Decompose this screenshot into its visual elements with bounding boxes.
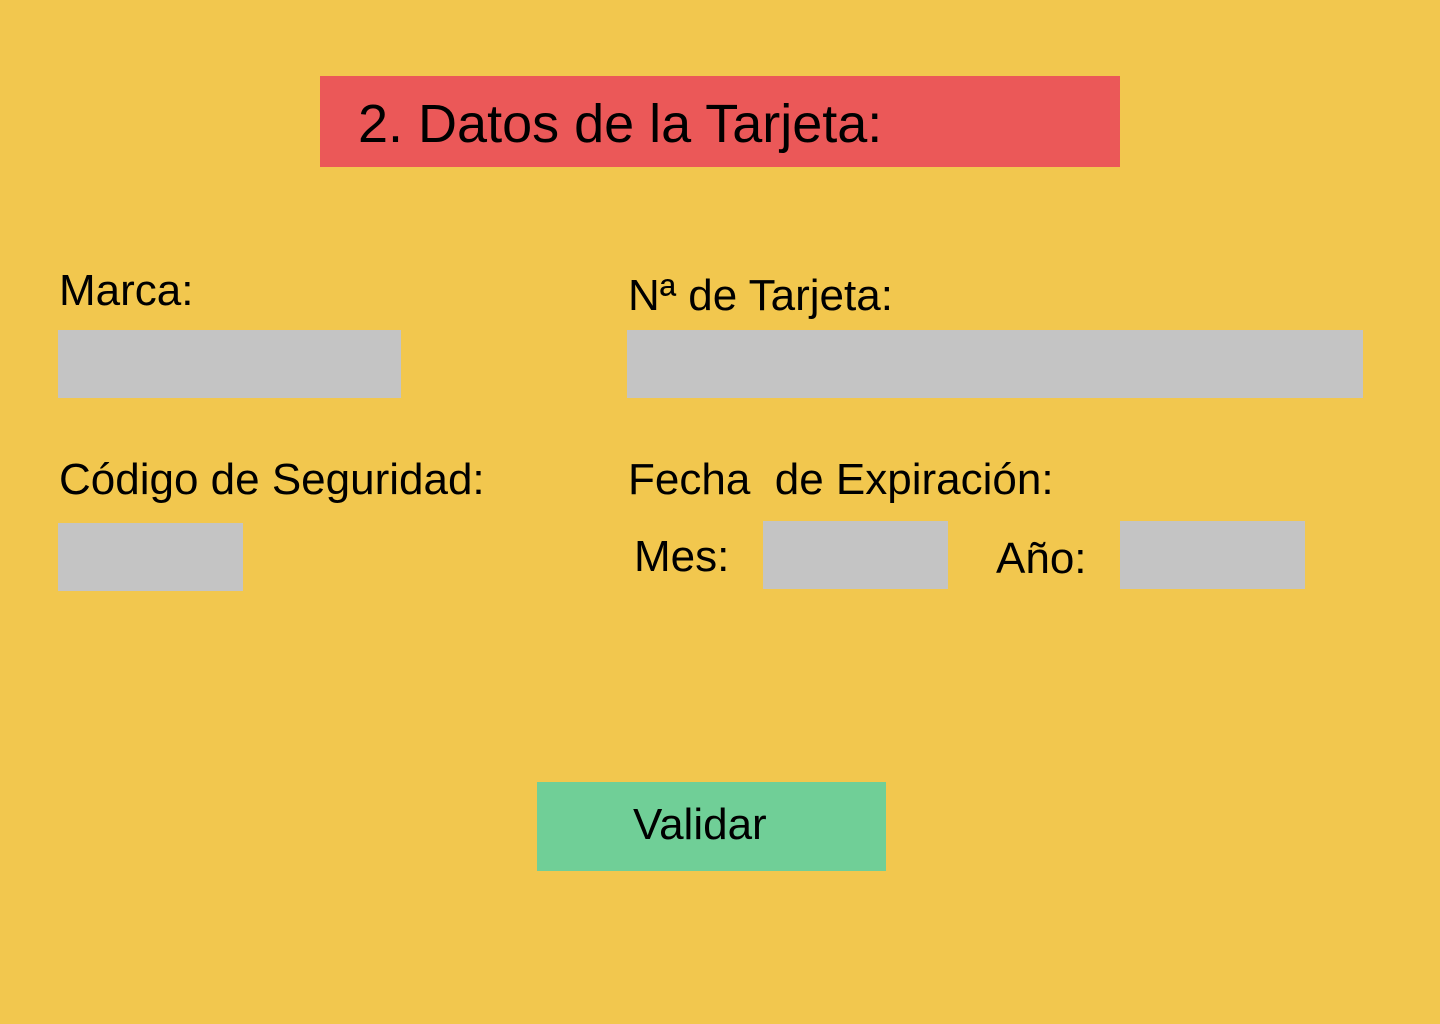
section-title: 2. Datos de la Tarjeta: xyxy=(358,94,883,154)
brand-label: Marca: xyxy=(59,266,194,315)
brand-field[interactable] xyxy=(58,330,401,398)
card-number-field[interactable] xyxy=(627,330,1363,398)
security-code-field[interactable] xyxy=(58,523,243,591)
expiration-month-field[interactable] xyxy=(763,521,948,589)
card-number-label: Nª de Tarjeta: xyxy=(628,271,893,320)
section-title-bar: 2. Datos de la Tarjeta: xyxy=(320,76,1120,167)
expiration-year-label: Año: xyxy=(996,534,1087,583)
validate-button-label: Validar xyxy=(633,800,767,849)
security-code-label: Código de Seguridad: xyxy=(59,455,485,504)
expiration-date-label: Fecha de Expiración: xyxy=(628,455,1054,504)
expiration-year-field[interactable] xyxy=(1120,521,1305,589)
expiration-month-label: Mes: xyxy=(634,532,730,581)
validate-button[interactable]: Validar xyxy=(537,782,886,871)
